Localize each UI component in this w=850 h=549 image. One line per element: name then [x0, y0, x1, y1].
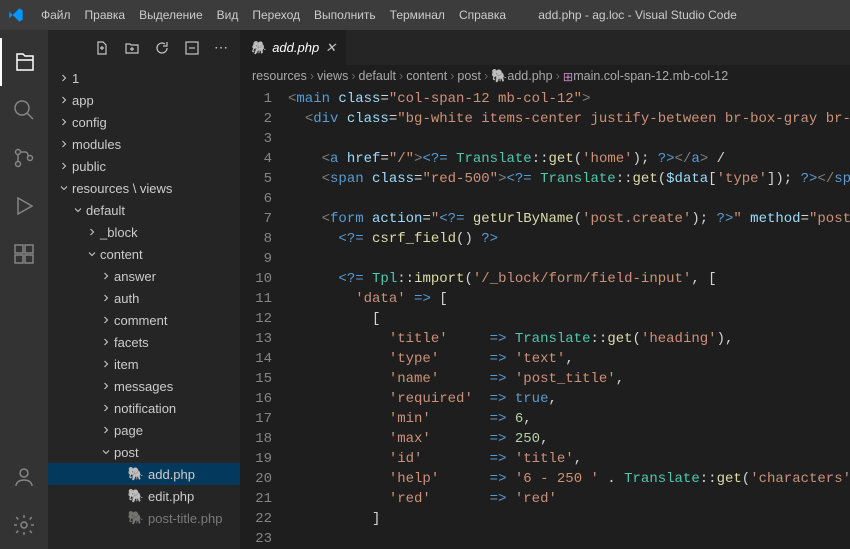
- new-file-icon[interactable]: [94, 40, 110, 56]
- menu-item[interactable]: Выделение: [132, 8, 210, 22]
- menu-item[interactable]: Переход: [245, 8, 307, 22]
- tree-folder[interactable]: auth: [48, 287, 240, 309]
- tree-item-label: page: [114, 423, 143, 438]
- search-icon[interactable]: [0, 86, 48, 134]
- tree-file[interactable]: 🐘 edit.php: [48, 485, 240, 507]
- tree-item-label: answer: [114, 269, 156, 284]
- tree-item-label: public: [72, 159, 106, 174]
- php-icon: 🐘: [250, 40, 266, 56]
- tree-folder[interactable]: _block: [48, 221, 240, 243]
- file-tree[interactable]: 1 app config modules public resources \ views…: [48, 65, 240, 549]
- tree-item-label: auth: [114, 291, 139, 306]
- tree-file[interactable]: 🐘 add.php: [48, 463, 240, 485]
- explorer-sidebar: ⋯ 1 app config modules public resources \ vie…: [48, 30, 240, 549]
- tree-item-label: content: [100, 247, 143, 262]
- tab-add-php[interactable]: 🐘 add.php ✕: [240, 30, 346, 65]
- php-icon: 🐘: [128, 510, 144, 526]
- tree-folder[interactable]: public: [48, 155, 240, 177]
- tree-item-label: messages: [114, 379, 173, 394]
- menubar: ФайлПравкаВыделениеВидПереходВыполнитьТе…: [34, 8, 513, 22]
- tree-item-label: notification: [114, 401, 176, 416]
- menu-item[interactable]: Справка: [452, 8, 513, 22]
- menu-item[interactable]: Выполнить: [307, 8, 383, 22]
- tree-item-label: post-title.php: [148, 511, 222, 526]
- tree-item-label: 1: [72, 71, 79, 86]
- code-lines[interactable]: <main class="col-span-12 mb-col-12"> <di…: [288, 87, 850, 549]
- breadcrumb-item[interactable]: post: [457, 69, 481, 83]
- tree-folder[interactable]: notification: [48, 397, 240, 419]
- scm-icon[interactable]: [0, 134, 48, 182]
- tree-item-label: default: [86, 203, 125, 218]
- breadcrumbs[interactable]: resources›views›default›content›post›🐘 a…: [240, 65, 850, 87]
- tree-folder[interactable]: item: [48, 353, 240, 375]
- tree-item-label: modules: [72, 137, 121, 152]
- close-icon[interactable]: ✕: [325, 40, 336, 56]
- php-icon: 🐘: [128, 488, 144, 504]
- tree-folder[interactable]: post: [48, 441, 240, 463]
- extensions-icon[interactable]: [0, 230, 48, 278]
- breadcrumb-item[interactable]: views: [317, 69, 348, 83]
- tree-folder[interactable]: app: [48, 89, 240, 111]
- tree-folder[interactable]: config: [48, 111, 240, 133]
- tree-item-label: _block: [100, 225, 138, 240]
- tree-item-label: post: [114, 445, 139, 460]
- collapse-icon[interactable]: [184, 40, 200, 56]
- tree-folder[interactable]: default: [48, 199, 240, 221]
- settings-icon[interactable]: [0, 501, 48, 549]
- tree-item-label: config: [72, 115, 107, 130]
- more-icon[interactable]: ⋯: [214, 39, 228, 56]
- menu-item[interactable]: Файл: [34, 8, 78, 22]
- explorer-actions: ⋯: [48, 30, 236, 65]
- window-title: add.php - ag.loc - Visual Studio Code: [513, 8, 842, 22]
- breadcrumb-item[interactable]: default: [359, 69, 397, 83]
- tree-folder[interactable]: facets: [48, 331, 240, 353]
- tree-folder[interactable]: content: [48, 243, 240, 265]
- editor-tabs: 🐘 add.php ✕: [240, 30, 850, 65]
- tree-folder[interactable]: messages: [48, 375, 240, 397]
- tree-item-label: app: [72, 93, 94, 108]
- menu-item[interactable]: Вид: [210, 8, 246, 22]
- account-icon[interactable]: [0, 453, 48, 501]
- editor-area: 🐘 add.php ✕ resources›views›default›cont…: [240, 30, 850, 549]
- code-editor[interactable]: 1234567891011121314151617181920212223 <m…: [240, 87, 850, 549]
- new-folder-icon[interactable]: [124, 40, 140, 56]
- menu-item[interactable]: Терминал: [383, 8, 452, 22]
- breadcrumb-item[interactable]: content: [406, 69, 447, 83]
- menu-item[interactable]: Правка: [78, 8, 133, 22]
- activity-bar: [0, 30, 48, 549]
- breadcrumb-item[interactable]: resources: [252, 69, 307, 83]
- tree-item-label: edit.php: [148, 489, 194, 504]
- tree-file[interactable]: 🐘 post-title.php: [48, 507, 240, 529]
- tree-item-label: comment: [114, 313, 167, 328]
- tree-item-label: facets: [114, 335, 149, 350]
- vscode-icon: [8, 7, 24, 23]
- tree-item-label: item: [114, 357, 139, 372]
- explorer-icon[interactable]: [0, 38, 48, 86]
- tree-folder[interactable]: comment: [48, 309, 240, 331]
- titlebar: ФайлПравкаВыделениеВидПереходВыполнитьТе…: [0, 0, 850, 30]
- tree-folder[interactable]: page: [48, 419, 240, 441]
- tree-folder[interactable]: 1: [48, 67, 240, 89]
- tree-item-label: resources \ views: [72, 181, 172, 196]
- refresh-icon[interactable]: [154, 40, 170, 56]
- tree-folder[interactable]: modules: [48, 133, 240, 155]
- php-icon: 🐘: [128, 466, 144, 482]
- breadcrumb-item[interactable]: main.col-span-12.mb-col-12: [573, 69, 728, 83]
- tab-label: add.php: [272, 40, 319, 55]
- line-numbers: 1234567891011121314151617181920212223: [240, 87, 288, 549]
- breadcrumb-item[interactable]: add.php: [507, 69, 552, 83]
- tree-folder[interactable]: answer: [48, 265, 240, 287]
- debug-icon[interactable]: [0, 182, 48, 230]
- tree-item-label: add.php: [148, 467, 195, 482]
- tree-folder[interactable]: resources \ views: [48, 177, 240, 199]
